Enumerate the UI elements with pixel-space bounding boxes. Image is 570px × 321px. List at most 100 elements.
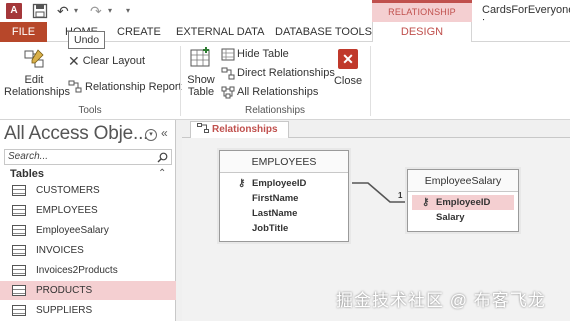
undo-dropdown-icon[interactable]: ▾ [74,3,78,19]
nav-item-label: PRODUCTS [36,285,93,296]
tab-external-data[interactable]: EXTERNAL DATA [176,22,264,42]
field-row[interactable]: FirstName [220,191,348,206]
clear-layout-label: Clear Layout [82,55,146,67]
primary-key-icon: ⚷ [238,178,246,189]
customize-qat-icon[interactable]: ▾ [126,3,130,19]
tab-database-tools[interactable]: DATABASE TOOLS [275,22,372,42]
redo-icon[interactable]: ↷ [90,3,106,19]
group-separator [180,46,181,116]
access-app-icon[interactable]: A [6,3,22,19]
nav-item-label: Invoices2Products [36,265,118,276]
table-icon [12,185,26,196]
relationship-report-label: Relationship Report [85,81,182,93]
undo-tooltip: Undo [68,31,106,49]
nav-group-tables[interactable]: Tables [10,168,44,180]
field-name: EmployeeID [252,178,307,189]
direct-relationships-button[interactable]: Direct Relationships [221,66,335,80]
table-icon [12,205,26,216]
nav-item-label: EMPLOYEES [36,205,98,216]
clear-layout-button[interactable]: ✕ Clear Layout [68,54,145,68]
field-name: FirstName [252,193,299,204]
nav-item-invoices[interactable]: INVOICES [0,241,176,260]
table-title[interactable]: EMPLOYEES [220,151,348,173]
nav-item-employeesalary[interactable]: EmployeeSalary [0,221,176,240]
table-icon [12,225,26,236]
direct-relationships-label: Direct Relationships [237,67,335,79]
all-relationships-label: All Relationships [237,86,319,98]
all-relationships-button[interactable]: All Relationships [221,85,318,99]
hide-table-icon [221,48,235,61]
relationship-report-button[interactable]: Relationship Report [68,80,182,94]
title-bar: A ↶ ▾ ↷ ▾ ▾ RELATIONSHIP TOOLS CardsForE… [0,0,570,35]
field-name: EmployeeID [436,197,491,208]
nav-item-customers[interactable]: CUSTOMERS [0,181,176,200]
field-name: LastName [252,208,298,219]
close-icon: ✕ [338,49,358,69]
edit-relationships-line2: Relationships [4,86,71,98]
group-separator [370,46,371,116]
show-table-line2: Table [187,86,215,98]
all-relationships-icon [221,86,235,99]
nav-pane-title[interactable]: All Access Obje... [4,123,148,145]
tools-group-label: Tools [78,105,102,116]
search-icon[interactable] [157,152,168,163]
cardinality-one-right: 1 [398,191,403,200]
field-row[interactable]: JobTitle [220,221,348,236]
edit-relationships-line1: Edit [24,74,44,86]
tab-design[interactable]: DESIGN [372,22,472,43]
field-name: Salary [436,212,465,223]
primary-key-icon: ⚷ [422,197,430,208]
direct-relationships-icon [221,67,235,80]
relationship-report-icon [68,80,82,93]
nav-search-placeholder: Search... [8,151,49,162]
nav-menu-icon[interactable]: ▾ [145,129,157,141]
nav-item-label: INVOICES [36,245,84,256]
relationships-tab-icon [197,123,209,133]
table-icon [12,245,26,256]
watermark: 掘金技术社区 @ 布客飞龙 [336,291,546,310]
tab-relationships[interactable]: Relationships [190,121,289,139]
hide-table-button[interactable]: Hide Table [221,47,289,61]
field-row[interactable]: LastName [220,206,348,221]
field-row-selected[interactable]: ⚷ EmployeeID [412,195,514,210]
show-table-line1: Show [187,74,215,86]
ribbon: Edit Relationships ✕ Clear Layout Relatio… [0,42,570,120]
nav-item-suppliers[interactable]: SUPPLIERS [0,301,176,320]
employeesalary-table[interactable]: EmployeeSalary ⚷ EmployeeID Salary [407,169,519,232]
navigation-pane: All Access Obje... ▾ « Search... Tables … [0,120,176,321]
table-icon [12,265,26,276]
undo-icon[interactable]: ↶ [57,3,73,19]
clear-layout-icon: ✕ [68,53,80,70]
nav-item-invoices2products[interactable]: Invoices2Products [0,261,176,280]
nav-item-label: EmployeeSalary [36,225,109,236]
nav-search-input[interactable]: Search... [4,149,172,165]
show-table-icon [190,47,210,67]
nav-item-employees[interactable]: EMPLOYEES [0,201,176,220]
table-icon [12,285,26,296]
table-title[interactable]: EmployeeSalary [408,170,518,192]
save-icon[interactable] [32,3,48,19]
edit-relationships-icon [24,49,44,68]
nav-item-label: SUPPLIERS [36,305,93,316]
relationships-group-label: Relationships [244,105,306,116]
tab-file[interactable]: FILE [0,22,47,42]
edit-relationships-button[interactable]: Edit Relationships [4,48,71,98]
field-name: JobTitle [252,223,289,234]
field-row[interactable]: Salary [408,210,518,225]
relationships-tab-label: Relationships [212,124,278,135]
close-button[interactable]: ✕ Close [332,49,364,87]
tab-create[interactable]: CREATE [117,22,161,42]
table-icon [12,305,26,316]
employees-table[interactable]: EMPLOYEES ⚷ EmployeeID FirstName LastName… [219,150,349,242]
close-label: Close [333,75,363,87]
relationship-tools-context: RELATIONSHIP TOOLS [372,0,472,35]
hide-table-label: Hide Table [237,48,289,60]
nav-item-products[interactable]: PRODUCTS [0,281,176,300]
show-table-button[interactable]: Show Table [183,46,219,98]
nav-item-label: CUSTOMERS [36,185,100,196]
redo-dropdown-icon[interactable]: ▾ [108,3,112,19]
field-row[interactable]: ⚷ EmployeeID [220,176,348,191]
shutter-bar-icon[interactable]: « [161,126,168,140]
collapse-group-icon[interactable]: ⌃ [158,168,166,179]
document-tab-strip: Relationships [182,120,570,139]
